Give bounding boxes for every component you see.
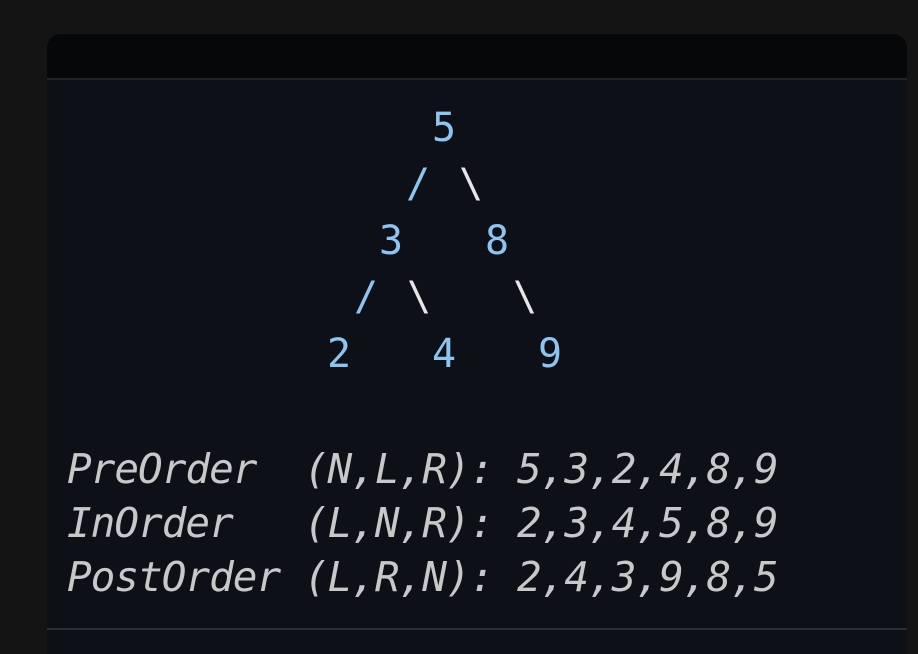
traversal-line-postorder: PostOrder (L,R,N): 2,4,3,9,8,5 xyxy=(67,550,779,604)
tree-edge-l-left: / xyxy=(353,274,379,320)
tree-node-left: 3 xyxy=(378,218,404,264)
traversal-order: (N,L,R): xyxy=(303,445,494,493)
traversal-name: PreOrder xyxy=(67,445,257,493)
card-header xyxy=(47,34,907,80)
traversal-result: 2,3,4,5,8,9 xyxy=(517,499,779,547)
tree-edge-r-right: \ xyxy=(512,274,538,320)
traversal-line-inorder: InOrder (L,N,R): 2,3,4,5,8,9 xyxy=(67,496,779,550)
traversal-order: (L,R,N): xyxy=(303,553,494,601)
tree-node-right-right: 9 xyxy=(537,331,563,377)
traversal-line-preorder: PreOrder (N,L,R): 5,3,2,4,8,9 xyxy=(67,442,779,496)
traversal-name: PostOrder xyxy=(67,553,281,601)
bottom-divider xyxy=(47,628,907,630)
tree-edge-root-right: \ xyxy=(458,161,484,207)
traversal-name: InOrder xyxy=(67,499,234,547)
traversal-order: (L,N,R): xyxy=(303,499,494,547)
traversal-result: 2,4,3,9,8,5 xyxy=(517,553,779,601)
tree-node-right: 8 xyxy=(484,218,510,264)
tree-edge-root-left: / xyxy=(405,161,431,207)
tree-node-left-left: 2 xyxy=(326,331,352,377)
tree-node-left-right: 4 xyxy=(431,331,457,377)
tree-edge-l-right: \ xyxy=(406,274,432,320)
code-area: 5 / \ 3 8 / \ \ 2 4 9 PreOrder (N,L,R): … xyxy=(47,80,907,630)
code-card: 5 / \ 3 8 / \ \ 2 4 9 PreOrder (N,L,R): … xyxy=(47,34,907,654)
traversal-result: 5,3,2,4,8,9 xyxy=(517,445,779,493)
tree-node-root: 5 xyxy=(431,105,457,151)
